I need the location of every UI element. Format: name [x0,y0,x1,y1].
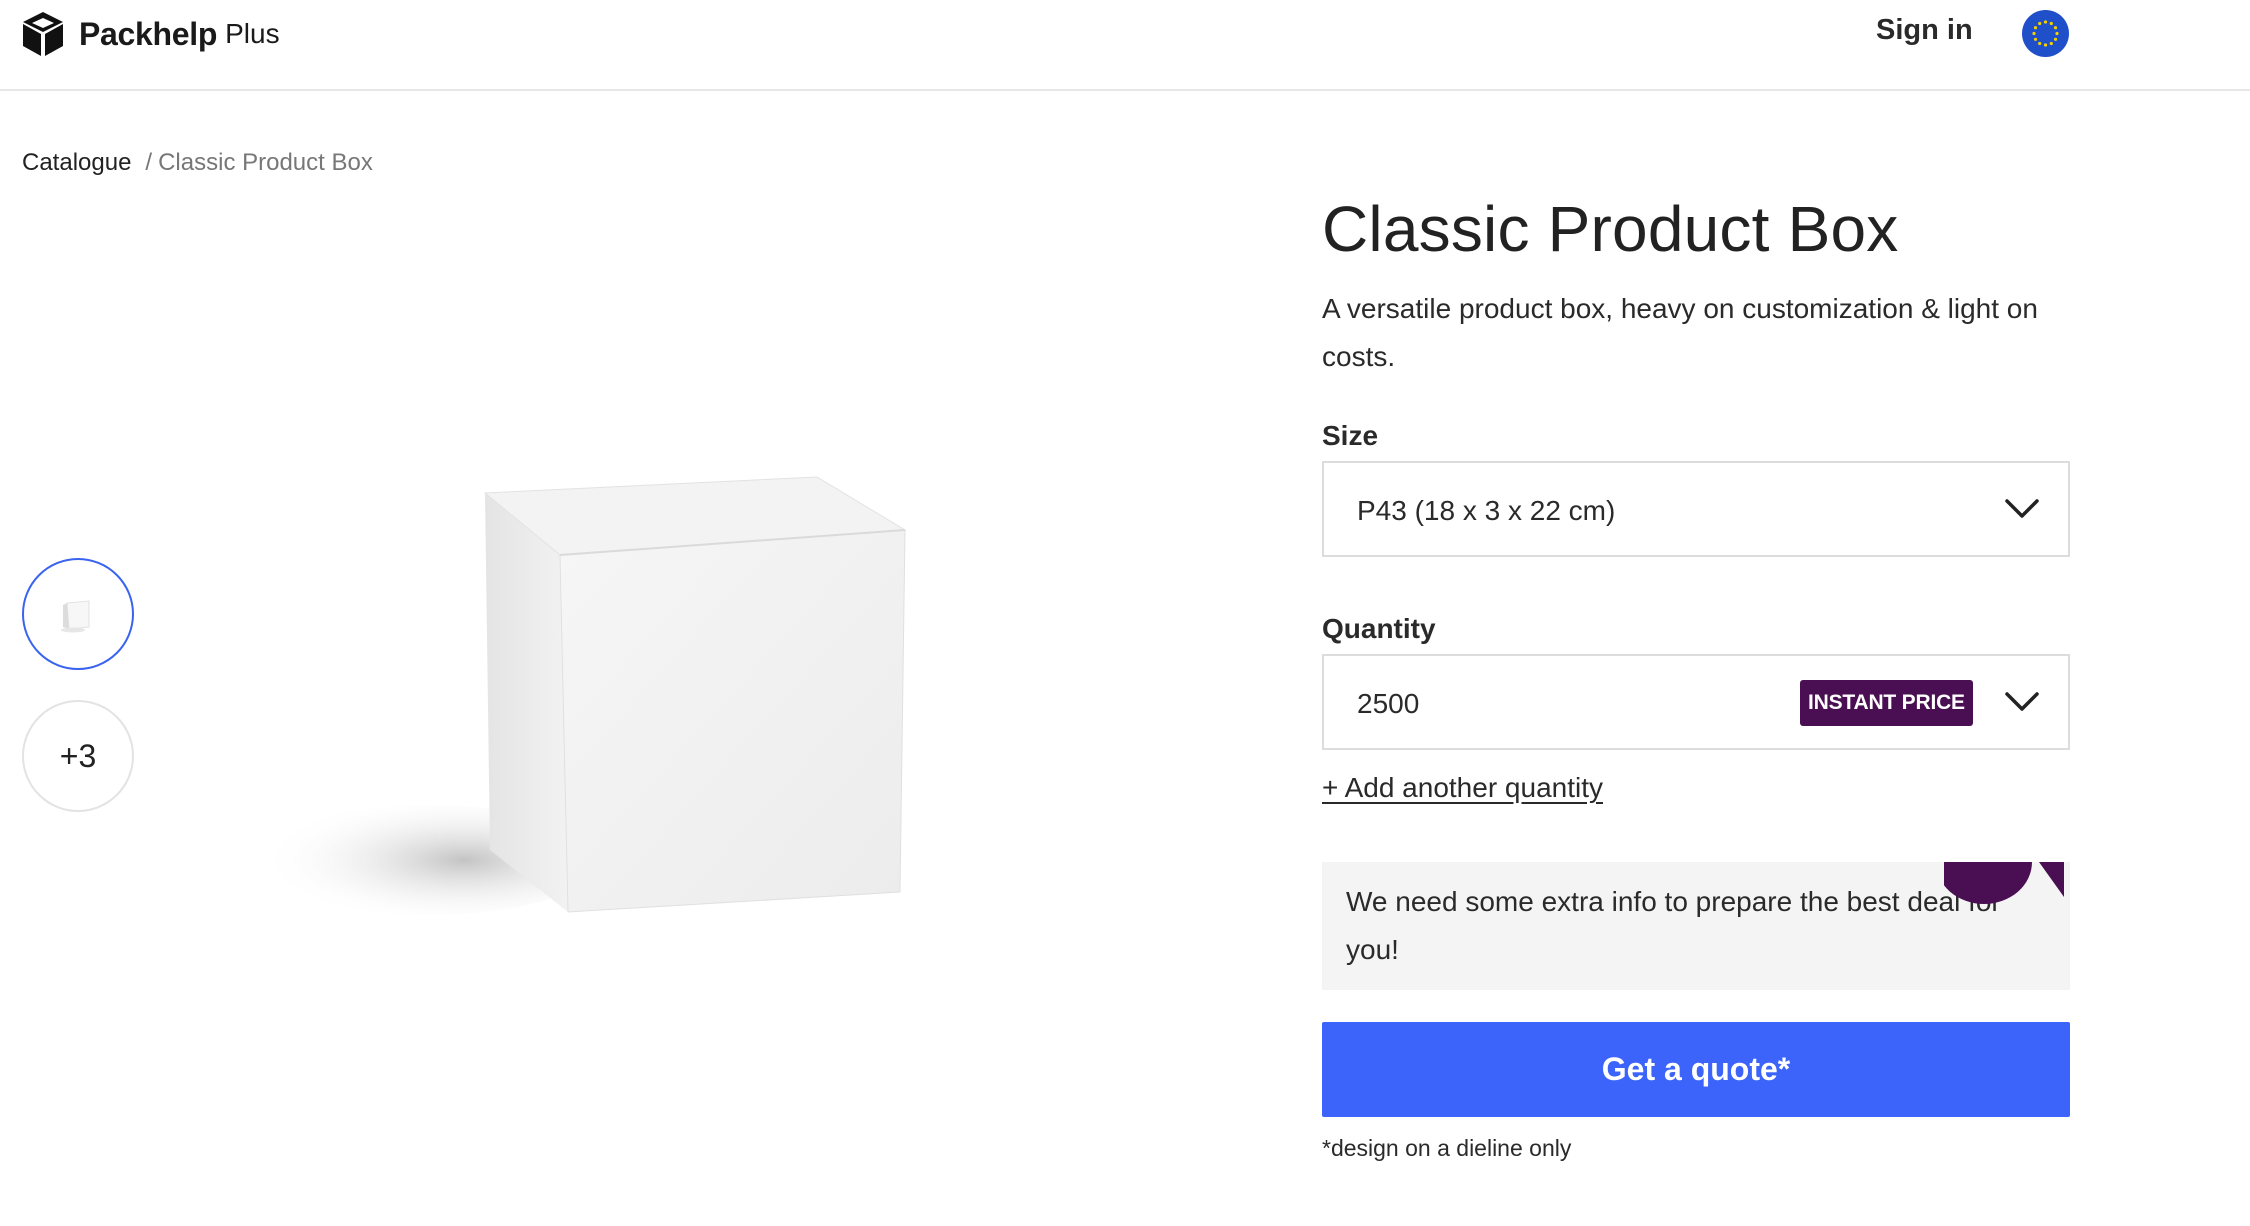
breadcrumb: Catalogue / Classic Product Box [22,149,373,177]
breadcrumb-separator: / [145,149,153,176]
eu-stars-icon [2032,20,2059,47]
breadcrumb-catalogue-link[interactable]: Catalogue [22,149,131,177]
box-thumbnail-image [61,600,90,633]
quote-footnote: *design on a dieline only [1322,1135,1572,1161]
instant-price-badge: INSTANT PRICE [1800,680,1973,726]
brand-suffix: Plus [225,18,280,49]
breadcrumb-current: Classic Product Box [158,149,373,176]
product-title: Classic Product Box [1322,193,1899,265]
chevron-down-icon [2005,692,2039,711]
size-label: Size [1322,420,1379,451]
info-message-text: We need some extra info to prepare the b… [1346,886,2001,965]
gallery-more-button[interactable]: +3 [22,700,134,812]
eu-flag-icon[interactable] [2022,10,2069,57]
product-image [260,476,907,915]
sign-in-button[interactable]: Sign in [1876,14,1973,47]
site-header: Packhelp Plus Sign in [0,0,2250,91]
brand-name: Packhelp [79,15,218,52]
get-quote-button[interactable]: Get a quote* [1322,1022,2070,1117]
quantity-label: Quantity [1322,613,1436,644]
quantity-select[interactable]: 2500 INSTANT PRICE [1322,654,2070,750]
chevron-down-icon [2005,499,2039,518]
info-message-box: We need some extra info to prepare the b… [1322,862,2070,990]
decorative-blob-icon [1944,862,2064,904]
size-select[interactable]: P43 (18 x 3 x 22 cm) [1322,461,2070,557]
logo-cube-icon [23,12,63,56]
add-another-quantity-link[interactable]: + Add another quantity [1322,772,1603,804]
logo[interactable]: Packhelp Plus [21,10,280,58]
size-select-value: P43 (18 x 3 x 22 cm) [1357,495,1616,526]
quantity-select-value: 2500 [1357,688,1420,719]
gallery-thumbnail-1[interactable] [22,558,134,670]
product-description: A versatile product box, heavy on custom… [1322,293,2038,372]
